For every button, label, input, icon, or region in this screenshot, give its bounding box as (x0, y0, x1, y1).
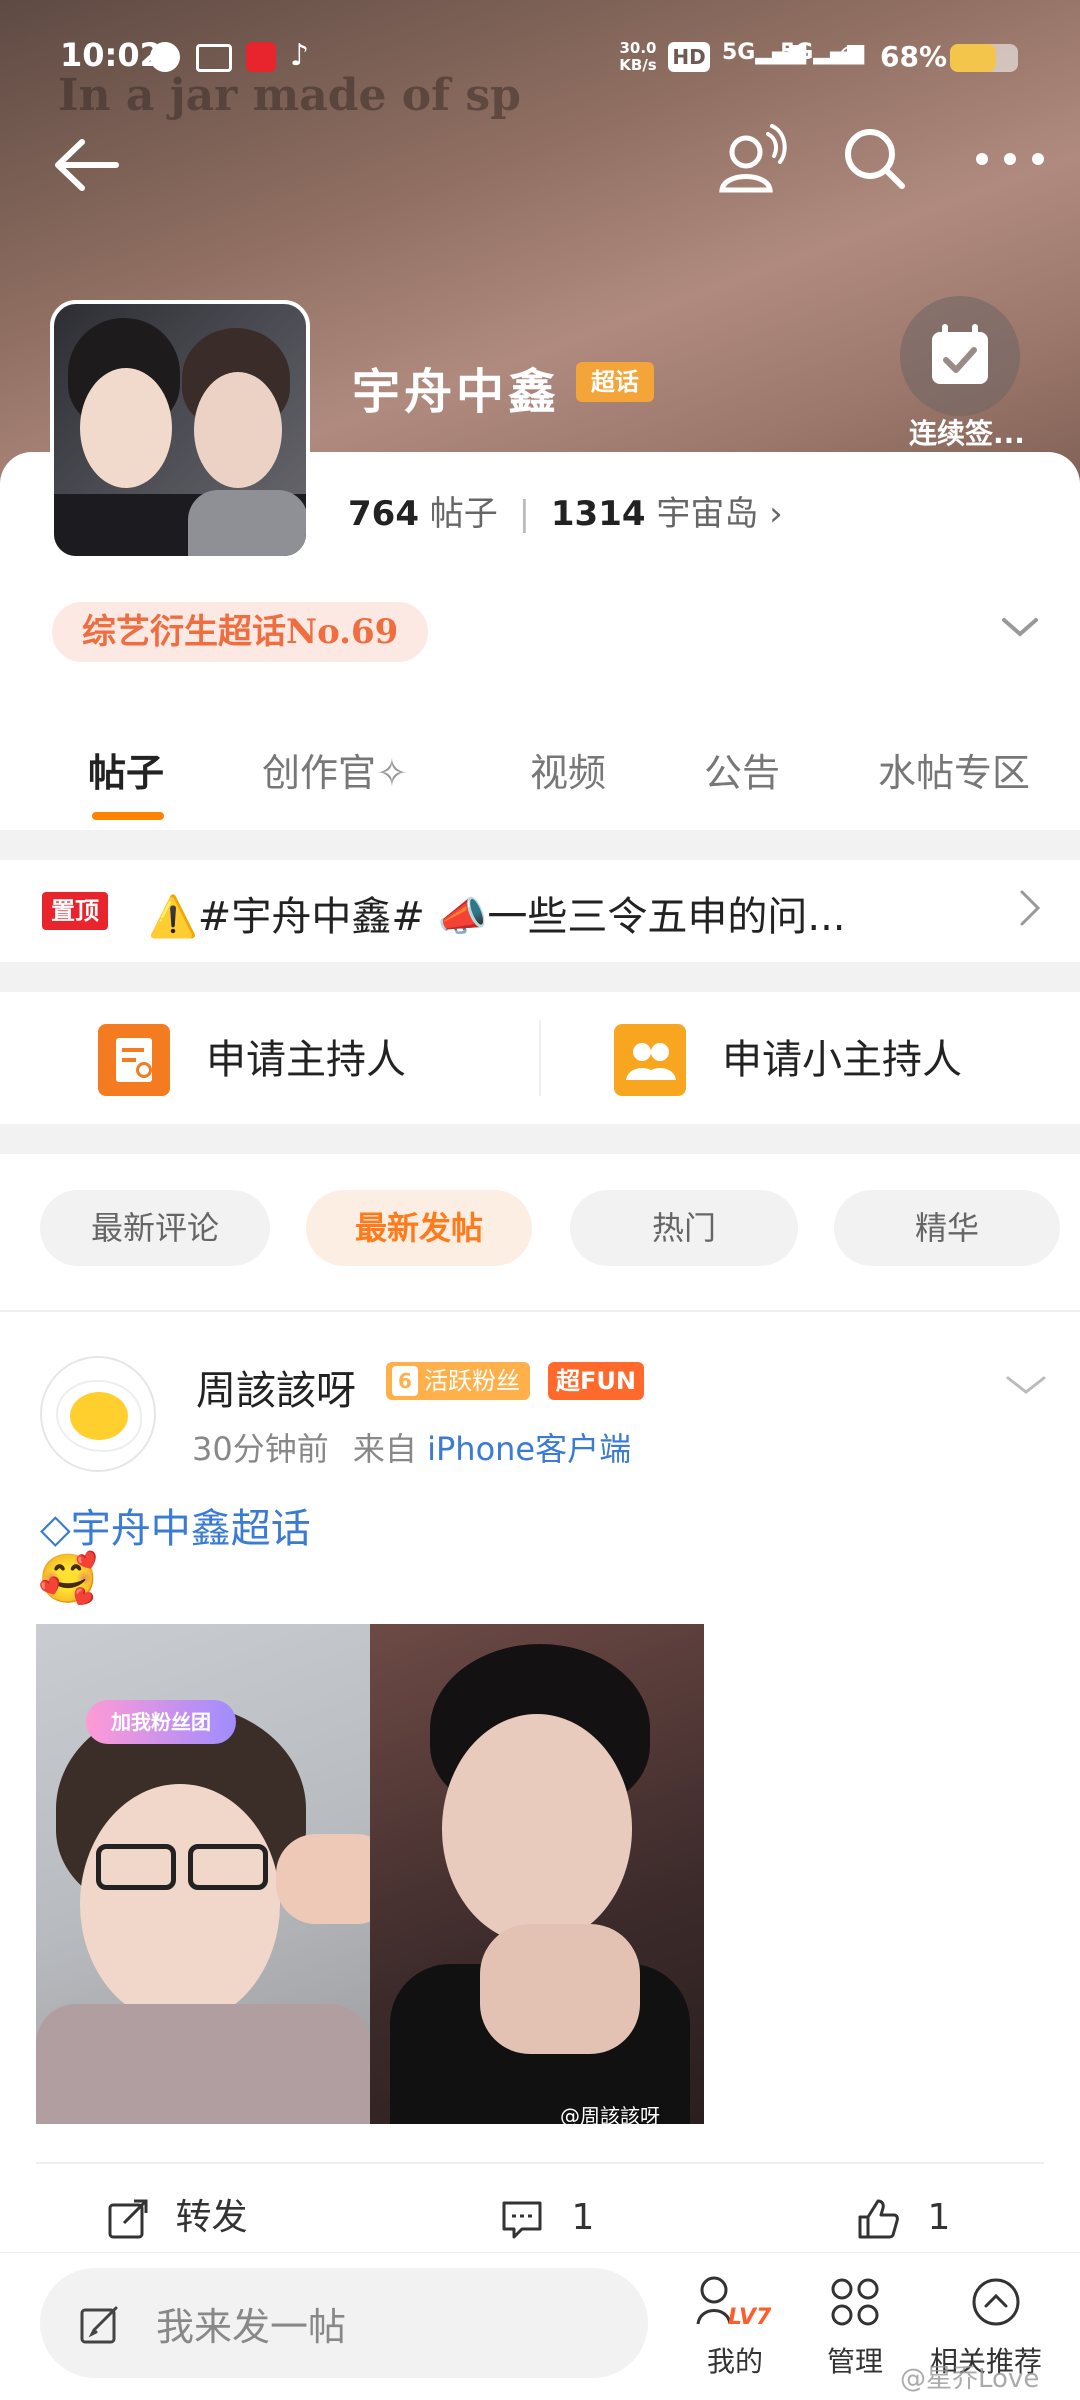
comment-icon (502, 2201, 542, 2239)
post-divider (36, 2162, 1044, 2164)
rank-pill[interactable]: 综艺衍生超话No.69 (52, 602, 429, 662)
post-more-chevron-icon[interactable] (1004, 1370, 1048, 1404)
search-icon[interactable] (840, 124, 910, 194)
tab-posts[interactable]: 帖子 (88, 742, 164, 797)
sign-in-label: 连续签... (909, 417, 1025, 450)
manage-grid-icon (831, 2278, 879, 2326)
section-divider (0, 1124, 1080, 1154)
filter-latest-post[interactable]: 最新发帖 (306, 1190, 532, 1266)
hd-voice-icon: HD (668, 42, 710, 72)
corner-watermark: @星乔Love (900, 2364, 1040, 2394)
host-icon (98, 1024, 170, 1096)
wifi-icon: ◠ (838, 38, 865, 73)
filter-featured[interactable]: 精华 (834, 1190, 1060, 1266)
post-time: 30分钟前 (192, 1430, 329, 1468)
comment-button[interactable]: 1 (498, 2190, 594, 2246)
post-emoji: 🥰 (38, 1551, 98, 1607)
more-icon[interactable] (970, 144, 1050, 174)
stats-row[interactable]: 764 帖子 | 1314 宇宙岛 › (348, 486, 783, 535)
chevron-right-icon (1018, 888, 1042, 932)
fan-group-sticker: 加我粉丝团 (86, 1700, 236, 1744)
compose-placeholder: 我来发一帖 (156, 2305, 347, 2349)
photo-right-panel (370, 1624, 704, 2124)
tiktok-notification-icon: ♪ (290, 38, 310, 73)
network-speed: 30.0 KB/s (619, 39, 657, 74)
redbook-notification-icon (246, 42, 276, 72)
image-watermark: @周該該呀 (560, 2104, 660, 2128)
level-text: LV7 (728, 2305, 772, 2330)
thumbs-up-icon (858, 2199, 899, 2239)
app-notification-icon (150, 42, 180, 72)
section-divider (0, 1310, 1080, 1312)
iqiyi-notification-icon (196, 44, 232, 72)
apply-sub-host-label: 申请小主持人 (722, 1037, 962, 1083)
fan-level: 6 (392, 1366, 418, 1396)
post-author-avatar[interactable] (40, 1356, 156, 1472)
creator-badge-icon: ✧ (376, 751, 408, 795)
post-source-prefix: 来自 (352, 1430, 417, 1468)
tab-creator[interactable]: 创作官✧ (262, 742, 408, 797)
tab-water[interactable]: 水帖专区 (878, 742, 1030, 797)
lyric-overlay-text: In a jar made of sp (58, 70, 521, 121)
nav-manage-label: 管理 (826, 2345, 883, 2378)
chevron-down-icon[interactable] (1000, 612, 1040, 646)
battery-icon (950, 44, 1018, 72)
members-count: 1314 (550, 494, 646, 534)
like-button[interactable]: 1 (854, 2190, 950, 2246)
post-username[interactable]: 周該該呀 (196, 1358, 356, 1416)
posts-count: 764 (348, 494, 419, 534)
post-image[interactable]: 加我粉丝团 (36, 1624, 704, 2124)
posts-label: 帖子 (429, 494, 498, 534)
apply-host-label: 申请主持人 (206, 1037, 406, 1083)
section-divider (0, 830, 1080, 860)
level-icon: LV7 (696, 2276, 772, 2330)
sign-in-button[interactable] (900, 296, 1020, 416)
status-time: 10:02 (60, 36, 162, 74)
glasses-left (96, 1844, 176, 1890)
chevron-up-circle-icon (972, 2278, 1020, 2326)
calendar-check-icon (932, 324, 988, 384)
filter-hot[interactable]: 热门 (570, 1190, 798, 1266)
back-arrow-icon[interactable] (46, 130, 126, 200)
sub-host-icon (614, 1024, 686, 1096)
compose-icon (80, 2306, 118, 2344)
pointing-hand (480, 1924, 640, 2054)
section-divider (0, 962, 1080, 992)
diamond-icon: ◇ (40, 1506, 71, 1552)
nav-mine-label: 我的 (706, 2345, 763, 2378)
pinned-text: ⚠️#宇舟中鑫# 📣一些三令五申的问... (148, 894, 846, 940)
supertopic-badge: 超话 (576, 362, 654, 402)
members-label: 宇宙岛 (656, 494, 759, 534)
active-fan-badge: 6 活跃粉丝 (386, 1362, 530, 1400)
repost-icon (108, 2199, 148, 2239)
photo-left-panel: 加我粉丝团 (36, 1624, 396, 2124)
active-tab-indicator (92, 812, 164, 820)
supertopic-title: 宇舟中鑫 (352, 364, 561, 420)
battery-percent: 68% (880, 40, 948, 73)
tab-announcement[interactable]: 公告 (704, 742, 780, 797)
post-meta: 30分钟前 来自 iPhone客户端 (192, 1424, 631, 1470)
repost-button[interactable]: 转发 (104, 2190, 247, 2246)
pinned-badge: 置顶 (42, 892, 108, 930)
post-topic-link[interactable]: ◇宇舟中鑫超话 (40, 1496, 311, 1554)
supertopic-avatar[interactable] (50, 300, 310, 560)
glasses-right (188, 1844, 268, 1890)
user-follow-icon[interactable] (712, 120, 788, 200)
egg-avatar-icon (70, 1392, 128, 1440)
stats-divider: | (518, 494, 531, 534)
status-bar: 10:02 In a jar made of sp ♪ 30.0 KB/s HD … (0, 0, 1080, 121)
post-source: iPhone客户端 (427, 1430, 632, 1468)
chevron-right-icon: › (769, 494, 783, 534)
battery-level (950, 44, 996, 72)
filter-latest-comment[interactable]: 最新评论 (40, 1190, 270, 1266)
tab-video[interactable]: 视频 (530, 742, 606, 797)
super-fun-badge: 超FUN (548, 1362, 644, 1400)
